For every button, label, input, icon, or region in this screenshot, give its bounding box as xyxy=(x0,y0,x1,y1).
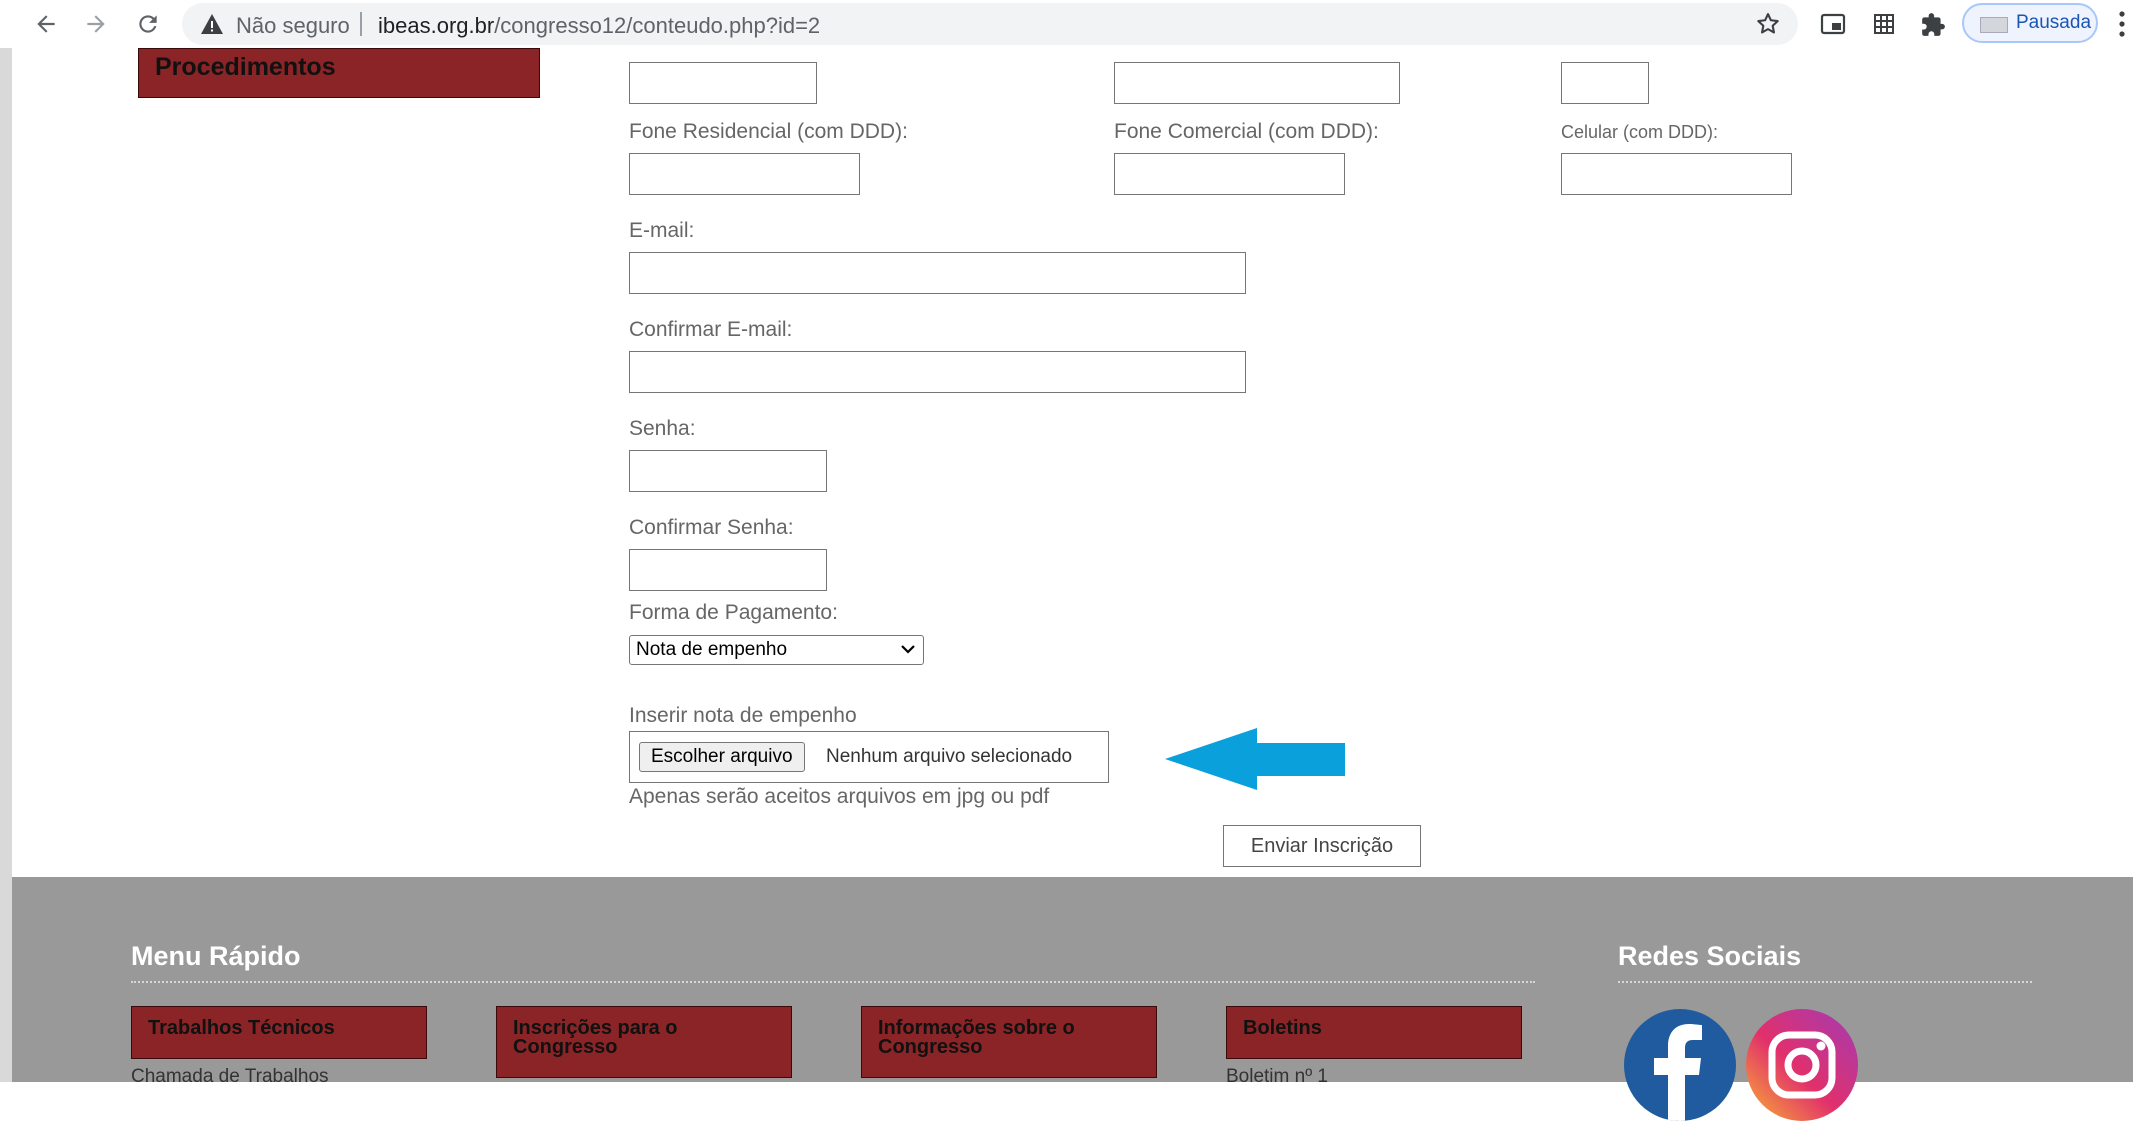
address-field[interactable] xyxy=(629,62,817,104)
menu-button-label: Trabalhos Técnicos xyxy=(148,1017,335,1039)
warning-icon[interactable] xyxy=(200,13,224,35)
payment-selected-value: Nota de empenho xyxy=(636,639,788,660)
menu-button-label: Inscrições para o Congresso xyxy=(513,1017,678,1058)
footer: Menu Rápido Redes Sociais Trabalhos Técn… xyxy=(12,877,2133,1121)
file-status-text: Nenhum arquivo selecionado xyxy=(826,746,1073,767)
profile-avatar xyxy=(1980,17,2008,33)
senha-field[interactable] xyxy=(629,450,827,492)
arrow-left-icon xyxy=(37,15,55,33)
back-button[interactable] xyxy=(28,6,64,42)
sidebar-item-procedimentos[interactable]: Procedimentos xyxy=(138,48,540,98)
url-domain: ibeas.org.br xyxy=(378,13,495,38)
chevron-down-icon xyxy=(901,645,915,654)
fone-comercial-field[interactable] xyxy=(1114,153,1345,195)
more-menu-icon[interactable] xyxy=(2118,10,2126,38)
reload-icon xyxy=(139,15,157,33)
celular-label: Celular (com DDD): xyxy=(1561,122,1719,142)
boletim-1-link[interactable]: Boletim nº 1 xyxy=(1226,1066,1328,1088)
star-icon[interactable] xyxy=(1754,10,1782,38)
email-field[interactable] xyxy=(629,252,1246,294)
menu-divider xyxy=(131,981,1535,983)
menu-inscricoes[interactable]: Inscrições para o Congresso xyxy=(496,1006,792,1078)
confirm-senha-label: Confirmar Senha: xyxy=(629,516,794,539)
choose-file-button[interactable]: Escolher arquivo xyxy=(639,742,805,772)
state-field[interactable] xyxy=(1561,62,1649,104)
reload-button[interactable] xyxy=(130,6,166,42)
redes-sociais-title: Redes Sociais xyxy=(1618,941,1802,971)
menu-boletins[interactable]: Boletins xyxy=(1226,1006,1522,1059)
celular-field[interactable] xyxy=(1561,153,1792,195)
payment-label: Forma de Pagamento: xyxy=(629,601,838,624)
confirm-email-field[interactable] xyxy=(629,351,1246,393)
picture-in-picture-icon[interactable] xyxy=(1820,12,1846,36)
menu-informacoes[interactable]: Informações sobre o Congresso xyxy=(861,1006,1157,1078)
social-divider xyxy=(1618,981,2032,983)
browser-toolbar: Não seguro ibeas.org.br/congresso12/cont… xyxy=(0,0,2133,48)
senha-label: Senha: xyxy=(629,417,696,440)
fone-residencial-label: Fone Residencial (com DDD): xyxy=(629,120,908,143)
page-left-edge xyxy=(0,48,12,1082)
instagram-icon[interactable] xyxy=(1746,1009,1858,1121)
arrow-left-icon xyxy=(1165,728,1345,790)
address-divider xyxy=(360,12,362,36)
payment-select[interactable]: Nota de empenho xyxy=(629,635,924,665)
upload-note: Apenas serão aceitos arquivos em jpg ou … xyxy=(629,785,1050,808)
sidebar-item-label: Procedimentos xyxy=(155,53,336,81)
grid-icon[interactable] xyxy=(1872,12,1896,36)
arrow-right-icon xyxy=(87,15,105,33)
url-text[interactable]: ibeas.org.br/congresso12/conteudo.php?id… xyxy=(378,13,820,39)
profile-label: Pausada xyxy=(2016,12,2092,33)
profile-button[interactable]: Pausada xyxy=(1962,3,2098,43)
upload-label: Inserir nota de empenho xyxy=(629,704,857,727)
file-input[interactable]: Escolher arquivo Nenhum arquivo selecion… xyxy=(629,731,1109,783)
url-path: /congresso12/conteudo.php?id=2 xyxy=(494,13,821,38)
address-bar[interactable]: Não seguro ibeas.org.br/congresso12/cont… xyxy=(182,3,1798,45)
fone-residencial-field[interactable] xyxy=(629,153,860,195)
chamada-trabalhos-link[interactable]: Chamada de Trabalhos xyxy=(131,1066,329,1088)
confirm-senha-field[interactable] xyxy=(629,549,827,591)
fone-comercial-label: Fone Comercial (com DDD): xyxy=(1114,120,1379,143)
forward-button[interactable] xyxy=(78,6,114,42)
menu-button-label: Boletins xyxy=(1243,1017,1322,1039)
confirm-email-label: Confirmar E-mail: xyxy=(629,318,793,341)
menu-trabalhos-tecnicos[interactable]: Trabalhos Técnicos xyxy=(131,1006,427,1059)
security-label[interactable]: Não seguro xyxy=(236,13,350,39)
email-label: E-mail: xyxy=(629,219,695,242)
menu-button-label: Informações sobre o Congresso xyxy=(878,1017,1075,1058)
facebook-icon[interactable] xyxy=(1624,1009,1736,1121)
menu-rapido-title: Menu Rápido xyxy=(131,941,301,971)
submit-button[interactable]: Enviar Inscrição xyxy=(1223,825,1421,867)
city-field[interactable] xyxy=(1114,62,1400,104)
extensions-icon[interactable] xyxy=(1920,12,1946,38)
